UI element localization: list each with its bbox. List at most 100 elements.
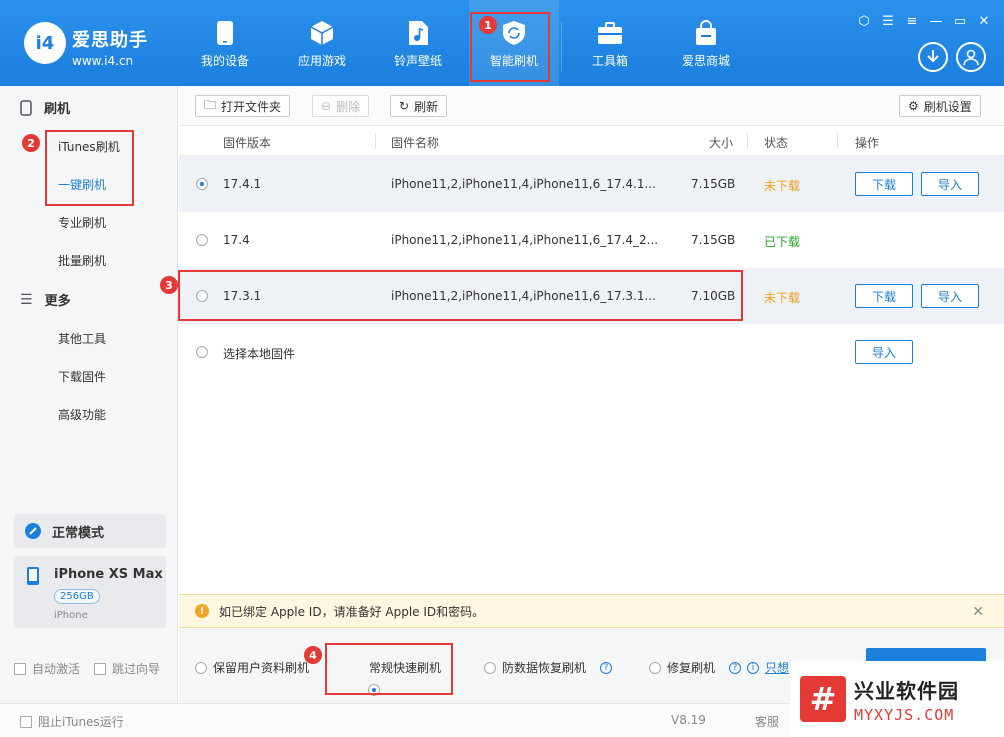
watermark: # 兴业软件园 MYXYJS.COM [790, 661, 1004, 737]
column-version: 固件版本 [223, 136, 272, 150]
device-type: iPhone [54, 610, 88, 621]
sidebar-item-advanced[interactable]: 高级功能 [58, 406, 106, 423]
device-capacity-badge: 256GB [54, 589, 100, 604]
firmware-version: 17.4 [223, 233, 250, 247]
menu-icon[interactable]: ≡ [904, 14, 920, 30]
open-folder-button[interactable]: 🗀 打开文件夹 [195, 95, 291, 117]
nav-ringtones-wallpapers[interactable]: 铃声壁纸 [373, 0, 463, 86]
nav-i4-store[interactable]: 爱思商城 [661, 0, 751, 86]
phone-outline-icon [20, 99, 32, 116]
refresh-button[interactable]: ↻ 刷新 [390, 95, 448, 117]
checkbox-label: 自动激活 [32, 662, 81, 676]
nav-my-device[interactable]: 我的设备 [180, 0, 270, 86]
button-label: 打开文件夹 [221, 99, 282, 114]
maximize-icon[interactable]: ▭ [952, 14, 968, 30]
cube-icon [309, 20, 335, 46]
list-menu-icon[interactable]: ☰ [880, 14, 896, 30]
sidebar-item-batch-flash[interactable]: 批量刷机 [58, 252, 106, 269]
annotation-badge-1: 1 [479, 16, 497, 34]
nav-separator [561, 22, 562, 72]
annotation-badge-3: 3 [160, 276, 178, 294]
download-manager-button[interactable] [918, 42, 948, 72]
help-icon[interactable]: ? [729, 661, 742, 674]
warning-icon: ! [195, 604, 209, 618]
firmware-size: 7.15GB [691, 177, 736, 191]
column-size: 大小 [709, 136, 734, 150]
firmware-name: iPhone11,2,iPhone11,4,iPhone11,6_17.4.1.… [391, 177, 656, 191]
device-phone-icon [27, 567, 39, 585]
checkbox [94, 662, 106, 675]
download-button[interactable]: 下载 [855, 284, 913, 308]
annotation-badge-4: 4 [304, 646, 322, 664]
option-keep-data[interactable]: 保留用户资料刷机 [195, 659, 309, 676]
firmware-size: 7.15GB [691, 233, 736, 247]
status-badge: 已下载 [764, 235, 801, 249]
user-account-button[interactable] [956, 42, 986, 72]
skin-icon[interactable]: ⬡ [856, 14, 872, 30]
minimize-icon[interactable]: — [928, 14, 944, 30]
help-icon[interactable]: ? [600, 661, 613, 674]
sidebar-item-download-firmware[interactable]: 下载固件 [58, 368, 106, 385]
import-button[interactable]: 导入 [855, 340, 913, 364]
radio [195, 661, 207, 674]
annotation-box-4 [325, 643, 453, 695]
flash-settings-button[interactable]: ⚙ 刷机设置 [899, 95, 981, 117]
delete-button[interactable]: ⊖ 删除 [312, 95, 370, 117]
only-link[interactable]: 只想 [765, 659, 789, 676]
firmware-row[interactable]: 17.4 iPhone11,2,iPhone11,4,iPhone11,6_17… [179, 212, 1004, 268]
device-panel[interactable]: iPhone XS Max 256GB iPhone [14, 556, 166, 628]
section-title: 刷机 [44, 102, 71, 117]
close-icon[interactable]: ✕ [972, 604, 984, 620]
column-divider [375, 133, 376, 149]
local-firmware-row[interactable]: 选择本地固件 导入 [179, 324, 1004, 380]
checkbox [20, 715, 32, 728]
import-button[interactable]: 导入 [921, 284, 979, 308]
option-anti-recovery[interactable]: 防数据恢复刷机 ? [484, 659, 613, 676]
service-link[interactable]: 客服 [755, 713, 779, 730]
nav-label: 铃声壁纸 [393, 54, 442, 68]
annotation-badge-2: 2 [22, 134, 40, 152]
folder-icon: 🗀 [204, 97, 217, 112]
auto-activate-checkbox[interactable]: 自动激活 [14, 660, 80, 677]
i4-logo: i4 [24, 22, 66, 64]
row-radio[interactable] [196, 234, 208, 246]
nav-label: 爱思商城 [681, 54, 730, 68]
annotation-box-3 [178, 270, 743, 321]
apple-id-alert: ! 如已绑定 Apple ID，请准备好 Apple ID和密码。 ✕ [179, 594, 1004, 628]
delete-icon: ⊖ [321, 99, 332, 113]
section-title: 更多 [44, 294, 71, 309]
button-label: 刷新 [414, 99, 439, 114]
watermark-logo-icon: # [800, 676, 846, 722]
radio [484, 661, 496, 674]
row-radio[interactable] [196, 178, 208, 190]
option-label: 防数据恢复刷机 [502, 661, 587, 675]
skip-guide-checkbox[interactable]: 跳过向导 [94, 660, 160, 677]
firmware-name: iPhone11,2,iPhone11,4,iPhone11,6_17.4_2.… [391, 233, 659, 247]
brand: 爱思助手 www.i4.cn [72, 26, 148, 68]
nav-toolbox[interactable]: 工具箱 [565, 0, 655, 86]
row-radio[interactable] [196, 346, 208, 358]
sidebar-item-pro-flash[interactable]: 专业刷机 [58, 214, 106, 231]
option-label: 修复刷机 [667, 661, 716, 675]
shopping-bag-icon [693, 20, 719, 46]
firmware-row[interactable]: 17.4.1 iPhone11,2,iPhone11,4,iPhone11,6_… [179, 156, 1004, 212]
close-icon[interactable]: ✕ [976, 14, 992, 30]
button-label: 删除 [336, 99, 361, 114]
sidebar-section-more[interactable]: ☰ 更多 [20, 290, 71, 310]
firmware-table-header: 固件版本 固件名称 大小 状态 操作 [179, 126, 1004, 156]
option-repair[interactable]: 修复刷机 ? i 只想 [649, 659, 789, 676]
column-divider [747, 133, 748, 149]
device-mode: 正常模式 [52, 525, 105, 541]
alert-text: 如已绑定 Apple ID，请准备好 Apple ID和密码。 [219, 604, 485, 619]
block-itunes-checkbox[interactable]: 阻止iTunes运行 [20, 713, 124, 730]
firmware-version: 17.4.1 [223, 177, 262, 191]
download-button[interactable]: 下载 [855, 172, 913, 196]
refresh-icon: ↻ [399, 99, 410, 113]
button-label: 刷机设置 [923, 99, 972, 114]
sidebar-item-other-tools[interactable]: 其他工具 [58, 330, 106, 347]
import-button[interactable]: 导入 [921, 172, 979, 196]
nav-apps-games[interactable]: 应用游戏 [277, 0, 367, 86]
column-divider [837, 133, 838, 149]
checkbox-label: 阻止iTunes运行 [38, 715, 124, 729]
sidebar-section-flash[interactable]: 刷机 [20, 98, 70, 117]
